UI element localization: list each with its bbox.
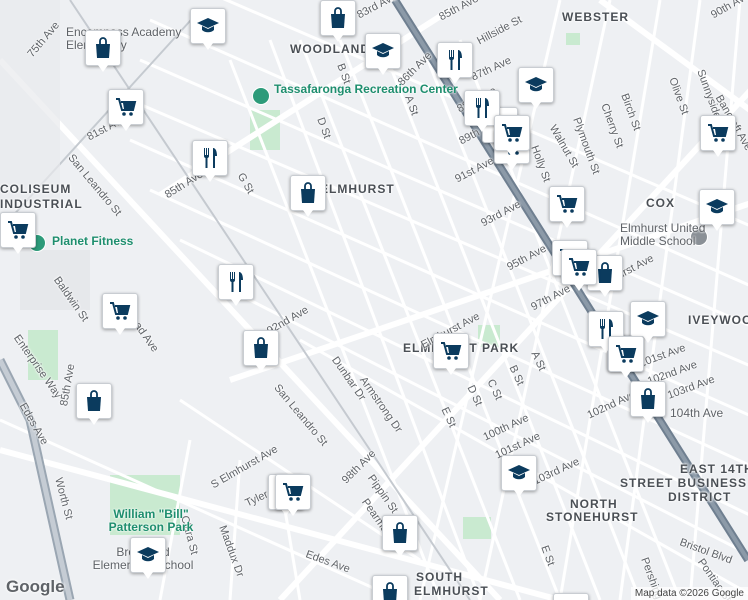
graduation-cap-marker-icon[interactable]: [699, 189, 735, 231]
google-logo: Google: [6, 577, 65, 596]
cart-marker-icon[interactable]: [561, 249, 597, 291]
district-label: DISTRICT: [668, 490, 732, 504]
district-label: WOODLAND: [290, 42, 370, 56]
fork-knife-marker-icon[interactable]: [437, 42, 473, 84]
district-label: ELMHURST: [320, 182, 395, 196]
cart-marker-icon[interactable]: [102, 293, 138, 335]
shopping-bag-marker-icon[interactable]: [85, 30, 121, 72]
street-label: 104th Ave: [670, 406, 724, 420]
poi-label[interactable]: Planet Fitness: [52, 234, 133, 248]
district-label: WEBSTER: [562, 10, 629, 24]
shopping-bag-marker-icon[interactable]: [382, 515, 418, 557]
cart-marker-icon[interactable]: [608, 336, 644, 378]
cart-marker-icon[interactable]: [494, 115, 530, 157]
district-label: NORTH: [570, 497, 618, 511]
district-label: INDUSTRIAL: [0, 197, 83, 211]
graduation-cap-marker-icon[interactable]: [501, 455, 537, 497]
district-label: COX: [646, 196, 676, 210]
shopping-bag-marker-icon[interactable]: [76, 383, 112, 425]
fork-knife-marker-icon[interactable]: [192, 140, 228, 182]
shopping-bag-marker-icon[interactable]: [372, 575, 408, 600]
fork-knife-marker-icon[interactable]: [218, 264, 254, 306]
district-label: ELMHURST: [414, 584, 489, 598]
map-attribution[interactable]: Map data ©2026 Google: [630, 587, 748, 600]
graduation-cap-marker-icon[interactable]: [630, 301, 666, 343]
cart-marker-icon[interactable]: [0, 212, 36, 254]
map-canvas[interactable]: WEBSTER WOODLAND ELMHURST COLISEUM INDUS…: [0, 0, 748, 600]
poi-label[interactable]: William "Bill" Patterson Park: [96, 508, 206, 534]
shopping-bag-marker-icon[interactable]: [290, 175, 326, 217]
cart-marker-icon[interactable]: [700, 115, 736, 157]
cart-marker-icon[interactable]: [553, 593, 589, 600]
graduation-cap-marker-icon[interactable]: [130, 537, 166, 579]
shopping-bag-marker-icon[interactable]: [320, 0, 356, 42]
shopping-bag-marker-icon[interactable]: [243, 330, 279, 372]
cart-marker-icon[interactable]: [108, 89, 144, 131]
cart-marker-icon[interactable]: [275, 474, 311, 516]
graduation-cap-marker-icon[interactable]: [365, 33, 401, 75]
poi-label[interactable]: Elmhurst United Middle School: [620, 222, 740, 248]
cart-marker-icon[interactable]: [549, 186, 585, 228]
district-label: STONEHURST: [546, 510, 639, 524]
district-label: COLISEUM: [0, 182, 72, 196]
district-label: STREET BUSINESS: [620, 476, 748, 490]
shopping-bag-marker-icon[interactable]: [630, 381, 666, 423]
cart-marker-icon[interactable]: [433, 333, 469, 375]
graduation-cap-marker-icon[interactable]: [518, 67, 554, 109]
graduation-cap-marker-icon[interactable]: [190, 8, 226, 50]
poi-label[interactable]: Tassafaronga Recreation Center: [274, 82, 458, 96]
district-label: IVEYWOOD: [688, 313, 748, 327]
park-pin-icon[interactable]: [252, 87, 270, 105]
district-label: SOUTH: [416, 570, 463, 584]
district-label: EAST 14TH: [680, 462, 748, 476]
